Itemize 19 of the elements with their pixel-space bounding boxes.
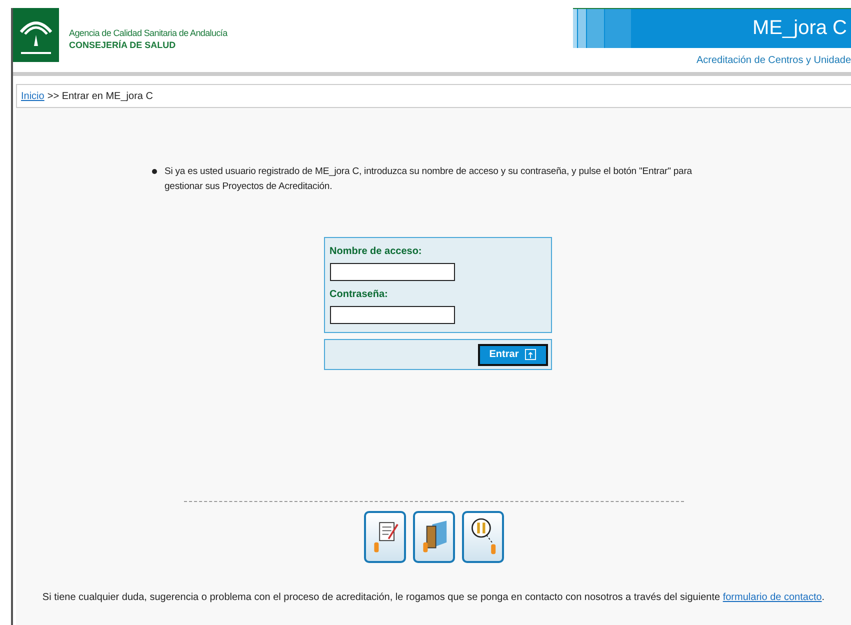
contact-form-link[interactable]: formulario de contacto (722, 592, 822, 603)
intro-text: Si ya es usted usuario registrado de ME_jora C, introduzca su nombre de acceso y su contraseña, y pulse el botón "Entrar" para gestionar sus Proyectos de Acreditación. (164, 165, 693, 194)
login-button[interactable]: Entrar (478, 344, 548, 366)
input-field[interactable] (330, 306, 454, 324)
door-button[interactable] (412, 511, 454, 563)
field-label: Contraseña: (330, 289, 389, 300)
home-link[interactable]: Inicio (21, 90, 44, 102)
footer-text: Si tiene cualquier duda, sugerencia o problema con el proceso de acreditación, le rogamos que se ponga en contacto con nosotros a través del siguiente formulario de contacto. (42, 592, 825, 603)
input-field[interactable] (330, 263, 454, 281)
app-subtitle: Acreditación de Centros y Unidade (696, 55, 851, 66)
bullet-icon (152, 169, 156, 174)
enter-icon (524, 349, 536, 360)
breadcrumb-text: >> Entrar en ME_jora C (47, 90, 153, 102)
document-pen-button[interactable] (364, 511, 406, 563)
agency-name: Agencia de Calidad Sanitaria de Andalucía (69, 28, 228, 38)
department-name: CONSEJERÍA DE SALUD (69, 40, 177, 50)
app-title: ME_jora C (752, 17, 848, 40)
stripes-icon (573, 9, 633, 48)
field-label: Nombre de acceso: (330, 246, 423, 257)
